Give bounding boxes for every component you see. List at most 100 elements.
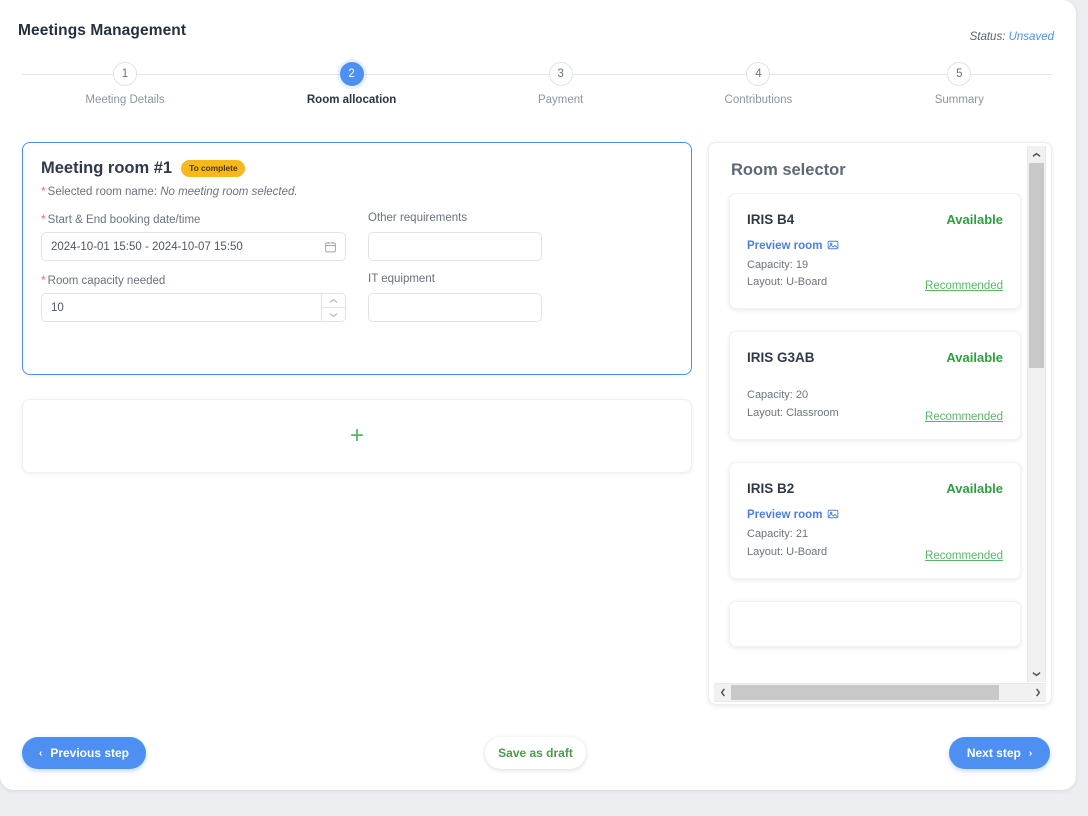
room-selector-title: Room selector [731,161,846,179]
preview-room-link[interactable]: Preview room [747,239,839,254]
capacity-value: 10 [51,301,64,314]
status-value[interactable]: Unsaved [1009,31,1054,43]
step-label: Payment [537,94,584,106]
room-card[interactable]: IRIS B2 Available Preview room Capacity:… [729,462,1021,579]
step-contributions[interactable]: 4 Contributions [678,60,838,106]
recommended-link[interactable]: Recommended [925,280,1003,292]
room-name: IRIS B4 [747,212,795,227]
step-number: 5 [947,62,972,86]
label-text: Room capacity needed [47,275,166,287]
it-equipment-label: IT equipment [368,273,435,285]
room-card[interactable]: IRIS G3AB Available Capacity: 20 Layout:… [729,331,1021,441]
page-title: Meetings Management [18,22,187,39]
chevron-right-icon: › [1028,747,1033,759]
capacity-label: * Room capacity needed [41,273,346,288]
status-badge: Status: Unsaved [970,31,1054,43]
scroll-left-icon[interactable] [714,684,731,701]
recommended-link[interactable]: Recommended [925,550,1003,562]
form-column-right: Other requirements IT equipment [368,212,673,322]
room-selector-viewport: IRIS B4 Available Preview room Capacity:… [709,193,1024,682]
layout-prefix: Layout: [747,545,787,558]
selected-room-row: * Selected room name: No meeting room sel… [41,184,673,198]
form-column-left: * Start & End booking date/time 2024-10-0… [41,212,346,322]
selected-room-label: Selected room name: [47,186,157,198]
room-name: IRIS B2 [747,481,795,497]
capacity-value: 21 [795,527,809,540]
it-equipment-input[interactable] [368,293,542,322]
add-meeting-room-card[interactable]: + [22,399,692,473]
room-capacity: Capacity: 21 [747,526,1003,544]
meeting-room-title: Meeting room #1 [41,159,173,177]
meeting-room-form-card: Meeting room #1 To complete * Selected ro… [22,142,692,375]
capacity-value: 19 [795,258,809,271]
previous-step-button[interactable]: ‹ Previous step [22,737,146,769]
required-asterisk: * [41,273,46,287]
room-selector-panel: Room selector IRIS B4 Available Preview … [708,142,1052,705]
required-asterisk: * [41,212,46,226]
layout-prefix: Layout: [747,407,787,420]
number-spinner[interactable] [321,294,345,321]
required-asterisk: * [41,184,46,198]
step-label: Room allocation [306,94,397,106]
chevron-left-icon: ‹ [38,747,43,759]
preview-room-link[interactable]: Preview room [747,508,839,523]
step-meeting-details[interactable]: 1 Meeting Details [45,60,205,106]
scroll-up-icon[interactable] [1028,146,1045,163]
save-as-draft-button[interactable]: Save as draft [485,737,586,769]
capacity-prefix: Capacity: [747,389,796,402]
step-number: 3 [548,62,573,86]
wizard-stepper: 1 Meeting Details 2 Room allocation 3 Pa… [22,60,1052,110]
next-step-button[interactable]: Next step › [949,737,1050,769]
vertical-scrollbar[interactable] [1027,146,1046,682]
room-availability-status: Available [946,350,1003,366]
layout-value: U-Board [786,545,828,558]
form-header: Meeting room #1 To complete [41,159,673,178]
to-complete-badge: To complete [181,160,246,177]
recommended-link[interactable]: Recommended [925,411,1003,423]
spinner-down-icon[interactable] [322,308,345,321]
calendar-icon[interactable] [324,240,337,253]
step-room-allocation[interactable]: 2 Room allocation [272,60,432,106]
status-label: Status: [969,31,1006,43]
room-card-header: IRIS B4 Available [747,212,1003,227]
layout-prefix: Layout: [747,276,787,289]
preview-room-label: Preview room [747,240,823,252]
room-card-body: Preview room Capacity: 21 Layout: U-Boar… [747,505,1003,561]
capacity-prefix: Capacity: [747,527,796,540]
scroll-down-icon[interactable] [1028,665,1045,682]
previous-step-label: Previous step [50,746,130,760]
room-card[interactable] [729,600,1021,647]
room-card-header: IRIS G3AB Available [747,350,1003,365]
step-payment[interactable]: 3 Payment [481,60,641,106]
room-name: IRIS G3AB [747,350,815,366]
room-card-body: Preview room Capacity: 19 Layout: U-Boar… [747,236,1003,292]
step-summary[interactable]: 5 Summary [879,60,1039,106]
plus-icon[interactable]: + [350,424,364,448]
vertical-scroll-thumb[interactable] [1029,163,1044,368]
room-capacity: Capacity: 19 [747,257,1003,275]
other-requirements-input[interactable] [368,232,542,261]
capacity-stepper[interactable]: 10 [41,293,346,322]
step-label: Meeting Details [85,94,165,106]
spinner-up-icon[interactable] [322,294,345,308]
room-card-body: Capacity: 20 Layout: Classroom Recommend… [747,387,1003,423]
step-number: 2 [339,62,364,86]
next-step-label: Next step [966,746,1021,760]
other-requirements-label: Other requirements [368,212,468,224]
horizontal-scrollbar[interactable] [714,683,1046,702]
horizontal-scroll-thumb[interactable] [731,685,999,700]
layout-value: Classroom [786,407,839,420]
label-text: Start & End booking date/time [47,214,201,226]
selected-room-value: No meeting room selected. [160,186,298,198]
room-capacity: Capacity: 20 [747,387,1003,405]
preview-room-label: Preview room [747,509,823,522]
booking-datetime-input[interactable]: 2024-10-01 15:50 - 2024-10-07 15:50 [41,232,346,261]
step-label: Contributions [724,94,793,106]
main-card: Meetings Management Status: Unsaved 1 Me… [0,0,1076,790]
image-preview-icon[interactable] [827,508,839,523]
scroll-right-icon[interactable] [1029,684,1046,701]
image-preview-icon[interactable] [827,239,839,254]
room-card[interactable]: IRIS B4 Available Preview room Capacity:… [729,193,1021,310]
